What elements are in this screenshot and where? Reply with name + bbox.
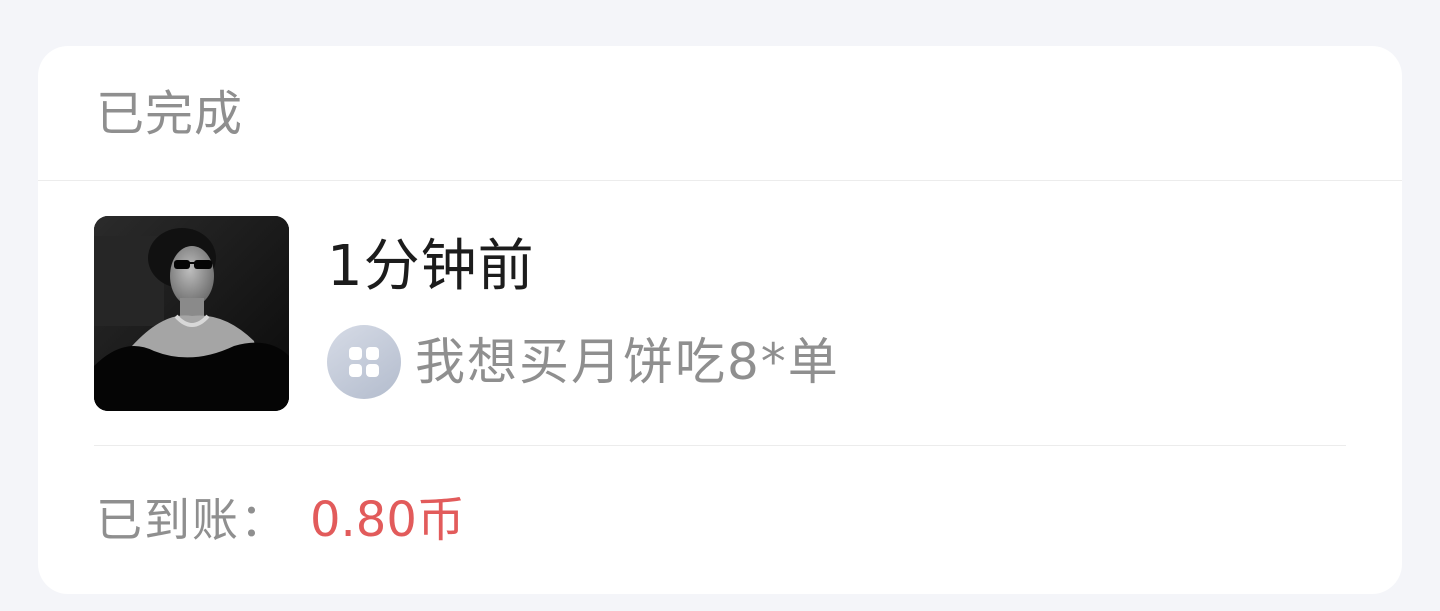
order-card[interactable]: 已完成 1分钟前 我想买月饼吃8*单 已到账： 0.80币	[38, 46, 1402, 594]
status-title: 已完成	[96, 86, 244, 142]
app-grid-icon	[327, 325, 401, 399]
task-thumbnail[interactable]	[94, 216, 289, 411]
payout-row: 已到账： 0.80币	[38, 446, 1402, 594]
task-title: 我想买月饼吃8*单	[415, 333, 840, 391]
portrait-image	[94, 216, 289, 411]
received-label: 已到账：	[96, 493, 288, 547]
payout-amount: 0.80币	[310, 492, 465, 548]
task-line[interactable]: 我想买月饼吃8*单	[327, 325, 840, 399]
order-row[interactable]: 1分钟前 我想买月饼吃8*单	[38, 181, 1402, 446]
time-ago: 1分钟前	[327, 234, 535, 299]
status-header: 已完成	[38, 46, 1402, 181]
